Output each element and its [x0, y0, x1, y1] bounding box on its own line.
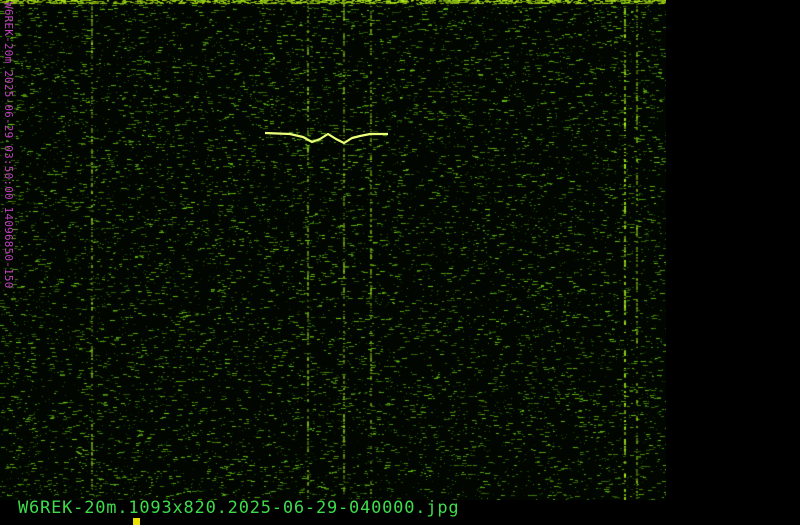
image-filename-caption: W6REK-20m.1093x820.2025-06-29-040000.jpg: [18, 498, 460, 518]
waterfall-side-label: W6REK-20m 2025-06-29 03:50:00 14096850-1…: [2, 2, 15, 289]
spectrogram-waterfall: W6REK-20m 2025-06-29 03:50:00 14096850-1…: [0, 0, 666, 500]
signal-trace: [264, 131, 388, 145]
signal-trace-layer: [264, 131, 388, 145]
cursor-marker: [133, 518, 140, 525]
